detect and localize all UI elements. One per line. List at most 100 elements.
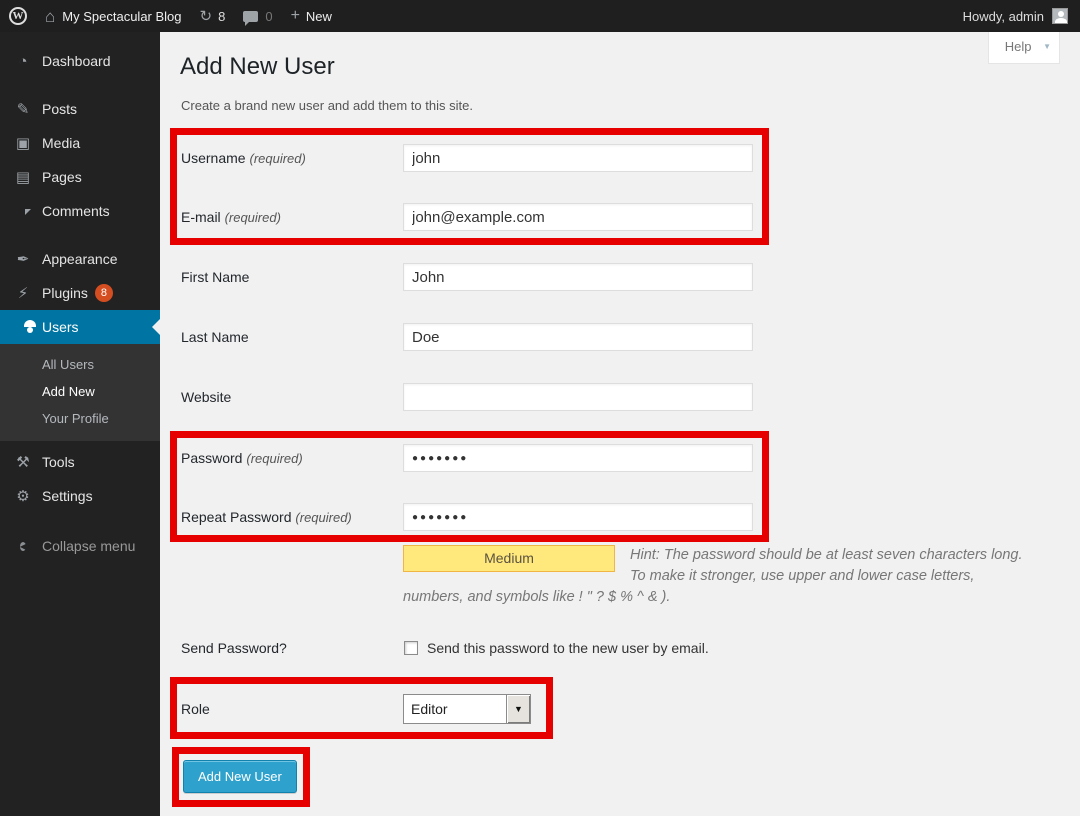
pushpin-icon: ✎ [13,102,33,117]
page-title: Add New User [160,32,1080,81]
menu-separator [0,228,160,242]
sidebar-item-appearance[interactable]: ✒ Appearance [0,242,160,276]
username-row: Username (required) [181,144,762,172]
annotation-box-submit: Add New User [172,747,310,807]
my-account-menu[interactable]: Howdy, admin [963,8,1080,24]
avatar [1052,8,1068,24]
role-row: Role Editor ▼ [181,694,546,724]
plugins-update-badge: 8 [95,284,113,302]
repeat-password-label: Repeat Password (required) [181,509,403,525]
required-note: (required) [246,451,302,466]
sidebar-item-settings[interactable]: ⚙ Settings [0,479,160,513]
comment-bubble-icon [243,11,258,22]
sidebar-item-comments[interactable]: Comments [0,194,160,228]
role-label: Role [181,701,403,717]
first-name-label: First Name [181,269,403,285]
required-note: (required) [249,151,305,166]
required-note: (required) [295,510,351,525]
send-password-row: Send Password? Send this password to the… [160,640,1080,656]
users-submenu: All Users Add New Your Profile [0,344,160,441]
collapse-menu-label: Collapse menu [42,538,135,554]
sidebar-item-posts[interactable]: ✎ Posts [0,92,160,126]
username-field[interactable] [403,144,753,172]
help-button[interactable]: Help ▼ [988,32,1060,64]
send-password-checkbox[interactable] [404,641,418,655]
howdy-label: Howdy, admin [963,9,1044,24]
website-label: Website [181,389,403,405]
plus-icon: + [291,8,300,24]
website-row: Website [160,383,1080,411]
plugin-icon: ⚡ [13,286,33,301]
sidebar-item-label: Pages [42,169,82,185]
annotation-box-username-email: Username (required) E-mail (required) [170,128,769,245]
email-label: E-mail (required) [181,209,403,225]
sidebar-item-label: Settings [42,488,93,504]
main-content: Help ▼ Add New User Create a brand new u… [160,32,1080,816]
send-password-label: Send Password? [181,640,403,656]
sidebar-item-tools[interactable]: ⚒ Tools [0,445,160,479]
send-password-checkbox-label: Send this password to the new user by em… [427,640,709,656]
wrench-icon: ⚒ [13,455,33,470]
password-strength-area: Medium Hint: The password should be at l… [403,545,1038,608]
password-label: Password (required) [181,450,403,466]
add-new-user-button[interactable]: Add New User [183,760,297,793]
annotation-box-passwords: Password (required) Repeat Password (req… [170,431,769,542]
repeat-password-field[interactable] [403,503,753,531]
sidebar-item-label: Media [42,135,80,151]
sidebar-item-media[interactable]: ▣ Media [0,126,160,160]
last-name-label: Last Name [181,329,403,345]
site-name-link[interactable]: ⌂ My Spectacular Blog [36,0,191,32]
sidebar-item-dashboard[interactable]: ◔ Dashboard [0,44,160,78]
update-count: 8 [218,9,225,24]
appearance-brush-icon: ✒ [13,252,33,267]
comments-link[interactable]: 0 [234,0,281,32]
sidebar-item-label: Plugins [42,285,88,301]
collapse-menu-button[interactable]: ◀ Collapse menu [0,529,160,563]
home-icon: ⌂ [45,8,55,25]
dashboard-icon: ◔ [13,54,33,69]
wordpress-logo-icon: W [9,7,27,25]
admin-bar: W ⌂ My Spectacular Blog ↻ 8 0 + New Howd… [0,0,1080,32]
admin-menu: ◔ Dashboard ✎ Posts ▣ Media ▤ Pages Comm… [0,32,160,816]
email-field[interactable] [403,203,753,231]
sidebar-item-label: Dashboard [42,53,111,69]
website-field[interactable] [403,383,753,411]
menu-separator [0,78,160,92]
password-row: Password (required) [181,444,762,472]
first-name-field[interactable] [403,263,753,291]
password-field[interactable] [403,444,753,472]
page-subtitle: Create a brand new user and add them to … [181,98,1080,113]
submenu-item-all-users[interactable]: All Users [0,351,160,378]
sidebar-item-label: Comments [42,203,110,219]
first-name-row: First Name [160,263,1080,291]
media-icon: ▣ [13,136,33,151]
wordpress-logo-menu[interactable]: W [0,0,36,32]
collapse-arrow-icon: ◀ [13,537,33,555]
submenu-item-your-profile[interactable]: Your Profile [0,405,160,432]
chevron-down-icon: ▼ [1043,42,1051,51]
role-selected-value: Editor [404,701,506,717]
password-strength-meter: Medium [403,545,615,572]
current-item-arrow [144,319,160,335]
sidebar-item-label: Users [42,319,79,335]
submenu-item-add-new[interactable]: Add New [0,378,160,405]
last-name-row: Last Name [160,323,1080,351]
last-name-field[interactable] [403,323,753,351]
comment-count: 0 [265,9,272,24]
sidebar-item-users[interactable]: Users [0,310,160,344]
sidebar-item-plugins[interactable]: ⚡ Plugins 8 [0,276,160,310]
help-label: Help [1005,39,1032,54]
updates-link[interactable]: ↻ 8 [191,0,235,32]
email-row: E-mail (required) [181,203,762,231]
new-content-menu[interactable]: + New [282,0,341,32]
sidebar-item-pages[interactable]: ▤ Pages [0,160,160,194]
username-label: Username (required) [181,150,403,166]
site-name-label: My Spectacular Blog [62,9,181,24]
dropdown-arrow-icon: ▼ [506,695,530,723]
settings-icon: ⚙ [13,489,33,504]
sidebar-item-label: Tools [42,454,75,470]
role-select[interactable]: Editor ▼ [403,694,531,724]
pages-icon: ▤ [13,170,33,185]
sidebar-item-label: Appearance [42,251,118,267]
new-label: New [306,9,332,24]
